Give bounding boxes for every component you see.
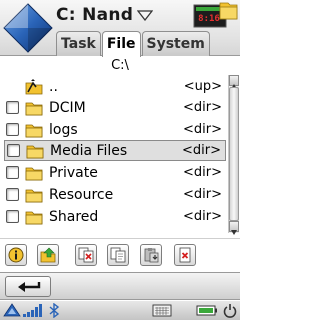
file-type: <dir> [183,121,222,137]
up-folder-button[interactable] [37,244,59,266]
list-item-resource[interactable]: Resource <dir> [4,184,226,205]
delete-icon [179,247,191,263]
file-name: Resource [49,186,114,203]
file-type: <dir> [183,208,222,224]
power-icon[interactable] [222,303,238,318]
file-name: Private [49,164,98,181]
tab-bar: Task File System [56,31,211,57]
app-logo-icon[interactable] [2,2,54,54]
tab-task[interactable]: Task [56,31,101,56]
folder-icon [26,145,44,158]
tab-file[interactable]: File [101,31,141,57]
info-icon [8,247,24,263]
list-item-shared[interactable]: Shared <dir> [4,206,226,227]
list-item-dcim[interactable]: DCIM <dir> [4,97,226,118]
scroll-down-button[interactable] [229,221,239,235]
signal-bars-icon [23,304,42,317]
copy-button[interactable] [107,244,129,266]
scrollbar[interactable] [228,75,239,235]
drive-selector[interactable]: C: Nand [56,3,154,27]
paste-icon [144,248,159,263]
chevron-down-icon [137,10,154,21]
list-item-parent[interactable]: .. <up> [4,76,226,97]
scroll-thumb[interactable] [229,87,239,221]
file-type: <dir> [183,99,222,115]
checkbox[interactable] [6,123,19,136]
status-bar [0,301,240,320]
file-type: <dir> [183,186,222,202]
list-item-logs[interactable]: logs <dir> [4,119,226,140]
file-type: <dir> [183,164,222,180]
file-list: .. <up> DCIM <dir> logs <dir> Media File… [0,75,240,233]
checkbox[interactable] [6,188,19,201]
checkbox[interactable] [6,210,19,223]
file-type: <dir> [182,142,221,158]
battery-icon [196,305,217,316]
checkbox[interactable] [6,101,19,114]
file-type: <up> [183,78,222,94]
paste-button[interactable] [140,244,162,266]
folder-up-icon [25,78,43,94]
current-path: C:\ [111,58,129,73]
drive-label: C: Nand [56,5,134,25]
checkbox[interactable] [6,166,19,179]
bluetooth-icon[interactable] [48,303,60,318]
list-item-private[interactable]: Private <dir> [4,162,226,183]
network-icon[interactable] [3,303,21,318]
file-name: .. [49,78,58,95]
header: C: Nand 8:16 Task File System [0,0,240,57]
folder-icon [25,102,43,115]
info-button[interactable] [5,244,27,266]
copy-icon [110,247,126,263]
tab-system[interactable]: System [141,31,210,56]
back-button[interactable] [5,276,51,297]
keyboard-icon[interactable] [152,303,172,318]
softkey-bar [0,272,240,300]
scroll-up-button[interactable] [229,75,239,89]
file-name: Shared [49,208,99,225]
arrow-down-icon [231,230,237,235]
file-name: DCIM [49,99,86,116]
file-name: logs [49,121,78,138]
list-item-media-files[interactable]: Media Files <dir> [4,140,226,161]
clock-display: 8:16 [198,14,220,24]
back-arrow-icon [18,282,41,292]
folder-icon [25,167,43,180]
delete-button[interactable] [174,244,196,266]
cut-button[interactable] [75,244,97,266]
folder-up-arrow-icon [40,247,56,263]
checkbox[interactable] [7,144,20,157]
folder-icon [25,124,43,137]
cut-icon [78,247,94,263]
folder-icon [25,211,43,224]
folder-icon [25,189,43,202]
action-toolbar [0,238,240,270]
file-name: Media Files [50,142,128,159]
